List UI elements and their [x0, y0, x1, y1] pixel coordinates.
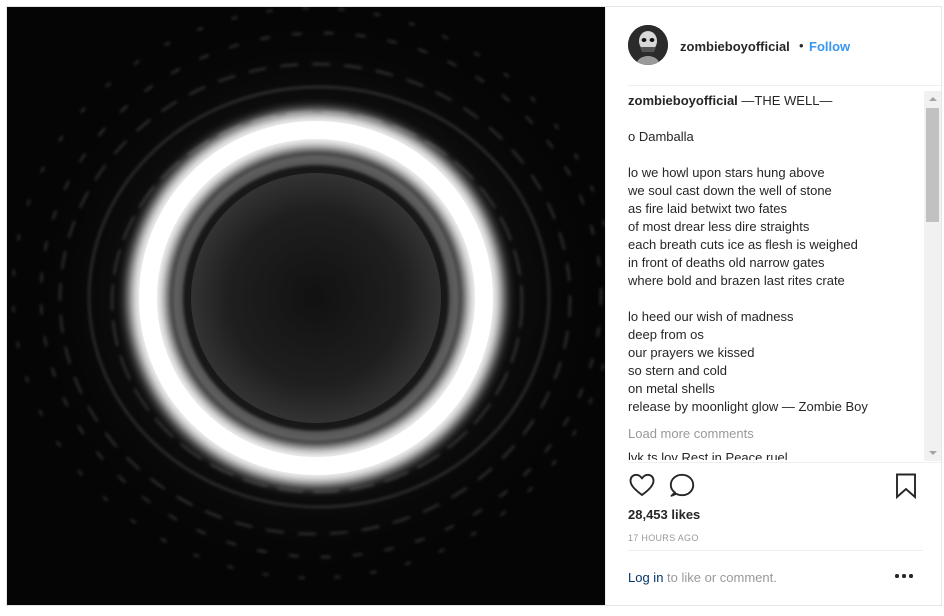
caption-line: o Damballa [628, 129, 694, 144]
caption-line: each breath cuts ice as flesh is weighed [628, 237, 858, 252]
caption-title: —THE WELL— [737, 93, 833, 108]
comment-partial: lvk ts lov Rest in Peace ruel [628, 450, 788, 460]
caption-line: in front of deaths old narrow gates [628, 255, 825, 270]
comments-list: zombieboyofficial —THE WELL— o Damballa … [628, 92, 920, 460]
actions-divider [628, 462, 943, 463]
caption: zombieboyofficial —THE WELL— o Damballa … [628, 92, 920, 416]
more-dot [909, 574, 913, 578]
caption-username[interactable]: zombieboyofficial [628, 93, 738, 108]
caption-line: lo we howl upon stars hung above [628, 165, 825, 180]
caption-line: on metal shells [628, 381, 715, 396]
scroll-down-arrow-icon[interactable] [924, 444, 941, 461]
scroll-up-arrow-icon[interactable] [924, 91, 941, 108]
login-prompt: Log in to like or comment. [628, 570, 777, 585]
heart-icon[interactable] [628, 471, 656, 499]
caption-line: our prayers we kissed [628, 345, 755, 360]
caption-title-line: zombieboyofficial —THE WELL— [628, 92, 920, 110]
comments-scrollbar[interactable] [924, 91, 941, 461]
avatar[interactable] [628, 25, 668, 65]
load-more-comments-button[interactable]: Load more comments [628, 426, 920, 441]
well-image-graphic [7, 7, 605, 605]
caption-line: we soul cast down the well of stone [628, 183, 832, 198]
caption-line: release by moonlight glow — Zombie Boy [628, 399, 868, 414]
post-image[interactable] [7, 7, 605, 605]
follow-button[interactable]: Follow [809, 39, 850, 54]
more-dot [902, 574, 906, 578]
post-timestamp: 17 HOURS AGO [628, 533, 699, 543]
login-link[interactable]: Log in [628, 570, 663, 585]
header-username[interactable]: zombieboyofficial [680, 39, 790, 54]
avatar-graphic [628, 25, 668, 65]
post-side-panel: zombieboyofficial • Follow zombieboyoffi… [605, 7, 943, 605]
action-bar [606, 469, 941, 505]
login-prompt-text: to like or comment. [663, 570, 777, 585]
comment-icon[interactable] [668, 471, 696, 499]
caption-line: of most drear less dire straights [628, 219, 810, 234]
scrollbar-thumb[interactable] [926, 108, 939, 222]
more-options-icon[interactable] [894, 565, 914, 585]
caption-line: lo heed our wish of madness [628, 309, 794, 324]
login-divider [628, 550, 923, 551]
caption-line: where bold and brazen last rites crate [628, 273, 845, 288]
likes-count[interactable]: 28,453 likes [628, 507, 700, 522]
more-dot [895, 574, 899, 578]
post-header: zombieboyofficial • Follow [606, 7, 941, 85]
caption-line: deep from os [628, 327, 704, 342]
header-divider [628, 85, 943, 86]
caption-line: as fire laid betwixt two fates [628, 201, 787, 216]
post-frame: zombieboyofficial • Follow zombieboyoffi… [6, 6, 943, 606]
bookmark-icon[interactable] [894, 472, 918, 500]
caption-line: so stern and cold [628, 363, 728, 378]
header-separator: • [799, 38, 804, 53]
